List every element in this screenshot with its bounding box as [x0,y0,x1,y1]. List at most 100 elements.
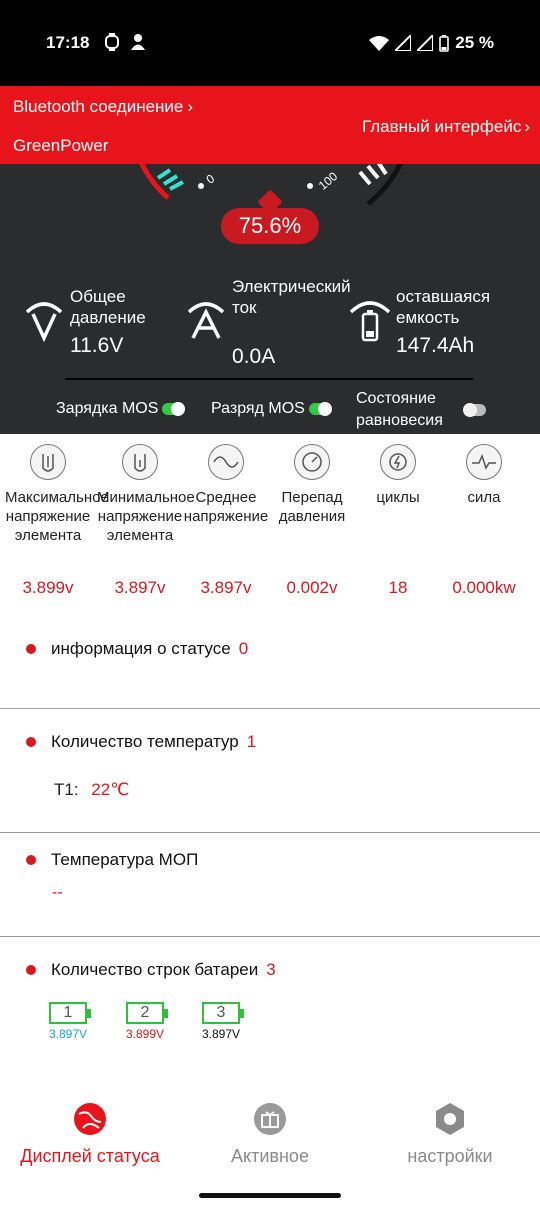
balance-switch[interactable] [463,403,486,417]
balance-toggle-row: Состояние равновесия [356,388,486,432]
stat-min-cell-voltage: Минимальное напряжение элемента 3.897v [97,444,195,597]
cell-list: 1 3.897V 2 3.899V 3 3.897V [0,1002,540,1052]
stat-value: 3.897v [114,578,166,597]
charge-mos-switch[interactable] [162,402,186,416]
cycles-icon [380,444,416,480]
watch-notification-icon [105,33,119,51]
battery-capacity-icon [349,301,391,342]
battery-strings-count: 3 [266,960,276,979]
status-info-label: информация о статусе [51,639,231,658]
wifi-icon [369,36,390,51]
mos-temperature-value: -- [52,884,63,901]
nav-label: Активное [231,1146,309,1166]
bullet-icon [26,965,36,975]
status-display-icon [74,1103,106,1135]
battery-cell-icon: 2 [126,1002,168,1024]
mos-temperature-title: Температура МОП [26,850,198,870]
bluetooth-connection-label: Bluetooth соединение [13,97,184,116]
stat-power: сила 0.000kw [441,444,527,597]
avg-voltage-icon [208,444,244,480]
stat-value: 3.899v [22,578,74,597]
device-name: GreenPower [13,136,109,155]
bluetooth-connection-link[interactable]: Bluetooth соединение › [13,97,193,117]
battery-strings-label: Количество строк батареи [51,960,259,979]
active-icon [254,1103,286,1135]
nav-active[interactable]: Активное [180,1100,360,1167]
divider [0,708,540,709]
cell-index: 2 [140,1004,150,1021]
bullet-icon [26,855,36,865]
chevron-right-icon: › [187,97,194,116]
nav-status-display[interactable]: Дисплей статуса [0,1100,180,1167]
nav-settings[interactable]: настройки [360,1100,540,1167]
remaining-capacity-label: оставшаяся емкость [396,287,491,327]
discharge-mos-toggle-row: Разряд MOS [211,400,332,418]
bottom-navigation: Дисплей статуса Активное настройки [0,1100,540,1178]
total-voltage-label: Общее давление [70,287,146,327]
temperature-item: T1: 22℃ [54,780,129,800]
stat-label: циклы [376,489,420,506]
charge-mos-toggle-row: Зарядка MOS [56,400,186,418]
divider [0,936,540,937]
stat-label: сила [467,489,501,506]
temperature-name: T1: [54,780,79,799]
signal-icon [395,35,412,51]
stat-voltage-difference: Перепад давления 0.002v [269,444,355,597]
status-info-section: информация о статусе 0 [0,629,540,709]
remaining-capacity-metric: оставшаяся емкость 147.4Ah [348,274,538,364]
current-icon [187,302,225,339]
status-info-title: информация о статусе 0 [26,639,248,659]
status-content: Максимальное напряжение элемента 3.899v … [0,434,540,1100]
balance-label: Состояние равновесия [356,390,443,429]
cell-index: 3 [216,1004,226,1021]
voltage-icon [25,302,63,342]
app-notification-icon [131,34,145,50]
gesture-area [0,1178,540,1212]
system-status-bar: 17:18 25 % [0,0,540,86]
stat-label: Среднее напряжение [183,489,269,525]
battery-strings-section: Количество строк батареи 3 1 3.897V 2 3.… [0,952,540,1092]
main-interface-link[interactable]: Главный интерфейс › [362,117,530,137]
nav-label: настройки [407,1146,493,1166]
home-gesture-bar[interactable] [199,1193,341,1198]
temperature-count: 1 [246,732,257,751]
temperature-value: 22℃ [91,780,130,799]
battery-gauge-panel: 0 100 75.6% Общее давление 11.6V Электри… [0,164,540,434]
stat-value: 0.002v [286,578,338,597]
battery-cell-icon: 1 [49,1002,91,1024]
bullet-icon [26,737,36,747]
stat-label: Перепад давления [278,489,346,525]
stat-value: 3.897v [200,578,252,597]
bullet-icon [26,644,36,654]
stat-cycles: циклы 18 [355,444,441,597]
battery-strings-title: Количество строк батареи 3 [26,960,276,980]
app-header: Bluetooth соединение › GreenPower Главны… [0,86,540,164]
battery-cell: 2 3.899V [124,1002,168,1041]
stat-value: 0.000kw [452,578,516,597]
battery-cell: 3 3.897V [200,1002,244,1041]
min-cell-icon [122,444,158,480]
settings-icon [436,1103,464,1135]
discharge-mos-switch[interactable] [308,402,332,416]
max-cell-icon [30,444,66,480]
status-info-count: 0 [238,639,249,658]
stat-label: Максимальное напряжение элемента [5,489,109,544]
temperature-title: Количество температур 1 [26,732,256,752]
mos-temperature-section: Температура МОП -- [0,842,540,932]
battery-percent: 25 % [455,33,494,52]
total-voltage-value: 11.6V [70,334,124,357]
temperature-section: Количество температур 1 T1: 22℃ [0,724,540,834]
battery-cell: 1 3.897V [47,1002,91,1041]
stat-max-cell-voltage: Максимальное напряжение элемента 3.899v [5,444,109,597]
soc-percentage: 75.6% [221,208,319,244]
current-metric: Электрический ток 0.0A [186,274,351,374]
cell-voltage: 3.897V [201,1027,241,1041]
temperature-label: Количество температур [51,732,239,751]
stat-value: 18 [388,578,408,597]
main-interface-label: Главный интерфейс [362,117,522,136]
stat-average-voltage: Среднее напряжение 3.897v [183,444,269,597]
mos-temperature-label: Температура МОП [51,850,199,869]
clock: 17:18 [46,33,90,52]
total-voltage-metric: Общее давление 11.6V [24,274,184,357]
signal-icon-2 [417,35,434,51]
